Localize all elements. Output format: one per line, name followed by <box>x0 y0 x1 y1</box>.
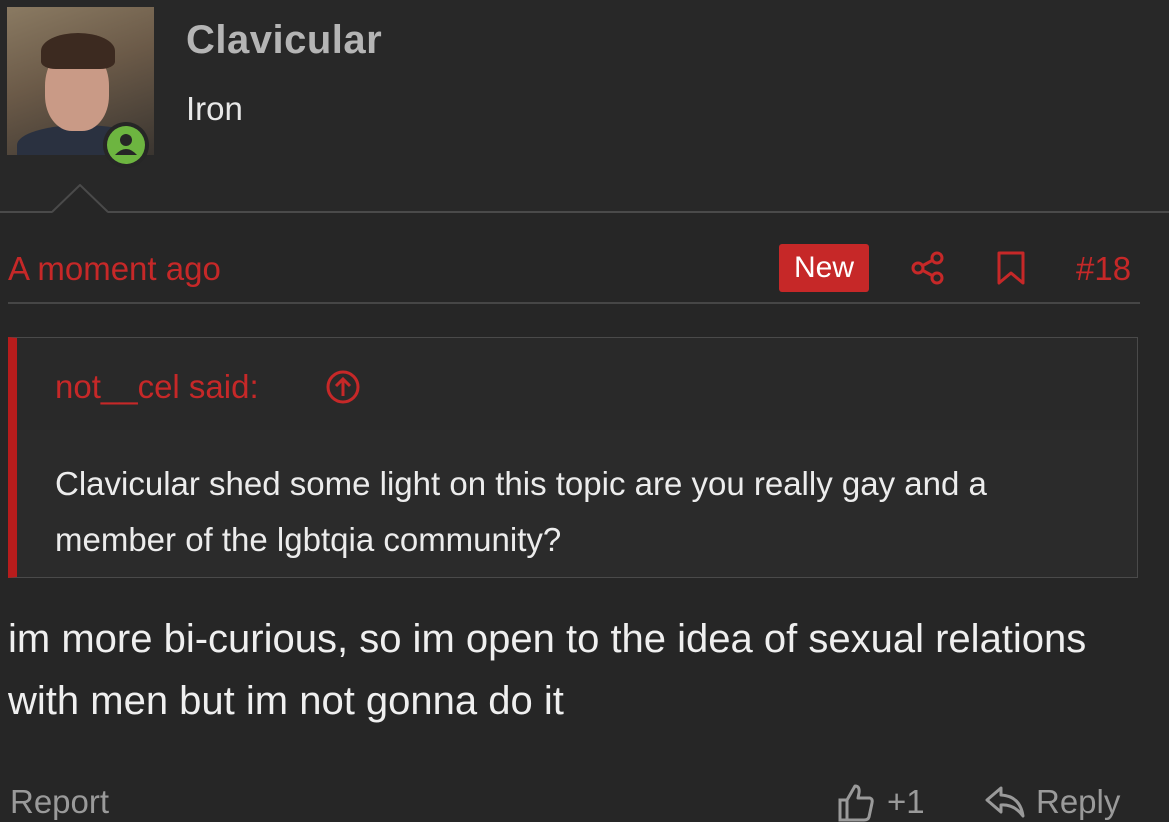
user-rank: Iron <box>186 90 243 127</box>
username[interactable]: Clavicular <box>186 18 382 63</box>
avatar-hair <box>41 33 115 69</box>
quote-block: not__cel said: Clavicular shed some ligh… <box>8 337 1138 578</box>
new-badge: New <box>779 244 869 292</box>
reply-button[interactable]: Reply <box>1036 783 1120 821</box>
arrow-up-circle-icon[interactable] <box>325 369 361 405</box>
quote-author[interactable]: not__cel said: <box>55 368 259 406</box>
header-pointer <box>52 184 108 213</box>
post-message: im more bi-curious, so im open to the id… <box>8 617 1087 723</box>
header-divider <box>0 211 1169 213</box>
share-icon[interactable] <box>910 250 946 286</box>
bookmark-icon[interactable] <box>996 250 1026 286</box>
thumbs-up-icon[interactable] <box>836 782 876 822</box>
report-link[interactable]: Report <box>10 783 109 821</box>
quote-text: Clavicular shed some light on this topic… <box>55 465 987 558</box>
online-status-badge <box>103 122 149 168</box>
like-count[interactable]: +1 <box>887 783 925 821</box>
post-meta-divider <box>8 302 1140 304</box>
post-number[interactable]: #18 <box>1076 250 1131 288</box>
post-timestamp[interactable]: A moment ago <box>8 250 221 288</box>
user-icon <box>115 134 137 155</box>
user-header <box>0 0 1169 212</box>
